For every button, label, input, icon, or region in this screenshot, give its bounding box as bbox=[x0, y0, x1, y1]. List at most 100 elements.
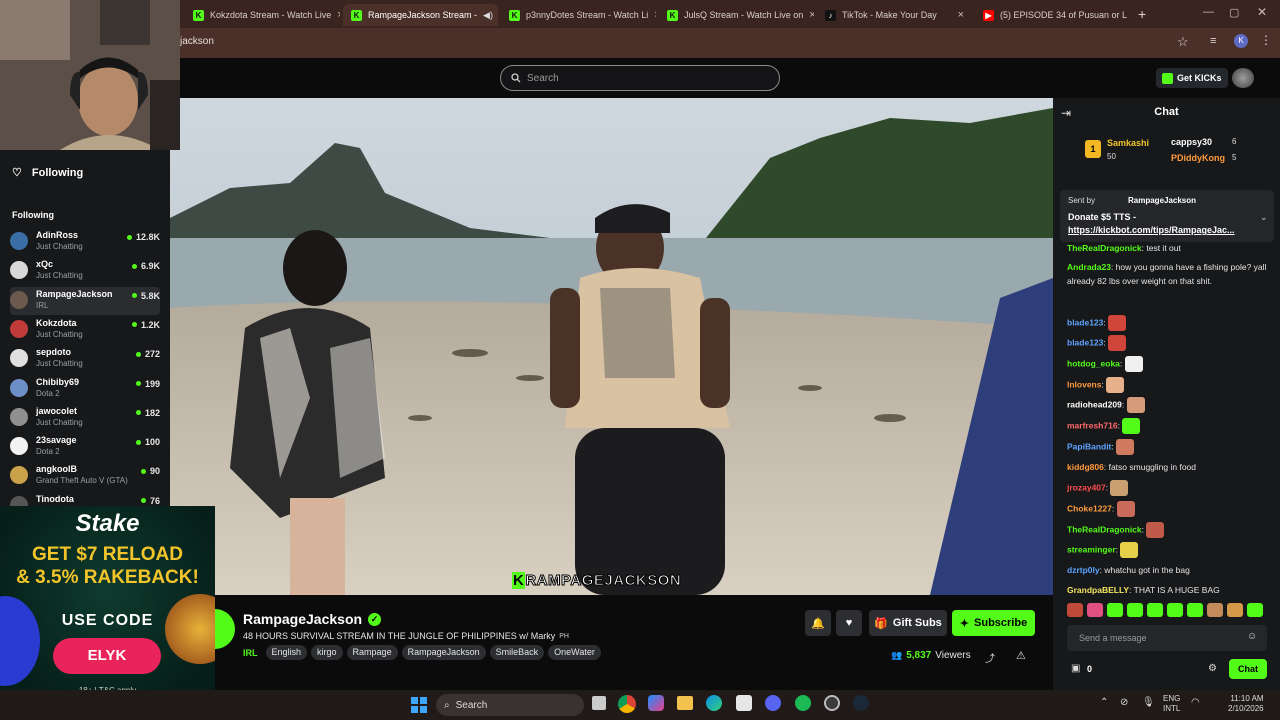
browser-tab[interactable]: K JulsQ Stream - Watch Live on × bbox=[659, 4, 814, 26]
search-input[interactable]: Search bbox=[500, 65, 780, 91]
leaderboard-name[interactable]: PDiddyKong bbox=[1171, 153, 1225, 163]
chat-username[interactable]: marfresh716 bbox=[1067, 420, 1118, 430]
taskbar-search[interactable]: ⌕ Search bbox=[436, 694, 584, 716]
gift-subs-button[interactable]: 🎁 Gift Subs bbox=[869, 610, 947, 636]
tag[interactable]: SmileBack bbox=[489, 645, 545, 660]
sidebar-channel-item[interactable]: 23savage Dota 2 100 bbox=[10, 433, 160, 461]
obs-icon[interactable] bbox=[824, 695, 840, 711]
report-icon[interactable]: ⚠ bbox=[1016, 649, 1026, 662]
browser-tab-active[interactable]: K RampageJackson Stream - ◀) × bbox=[343, 4, 498, 26]
url-text[interactable]: jackson bbox=[180, 36, 214, 47]
copilot-icon[interactable] bbox=[648, 695, 664, 711]
emote[interactable] bbox=[1147, 603, 1163, 617]
sidebar-channel-item[interactable]: jawocolet Just Chatting 182 bbox=[10, 404, 160, 432]
tag[interactable]: English bbox=[265, 645, 308, 660]
emoji-icon[interactable]: ☺ bbox=[1247, 631, 1257, 642]
close-icon[interactable]: × bbox=[654, 9, 656, 21]
chat-username[interactable]: jrozay407 bbox=[1067, 482, 1106, 492]
chat-username[interactable]: streaminger bbox=[1067, 544, 1116, 554]
sidebar-channel-item[interactable]: Kokzdota Just Chatting 1.2K bbox=[10, 316, 160, 344]
sidebar-channel-item[interactable]: xQc Just Chatting 6.9K bbox=[10, 257, 160, 285]
chat-username[interactable]: hotdog_eoka bbox=[1067, 358, 1120, 368]
chat-username[interactable]: blade123 bbox=[1067, 337, 1103, 347]
spotify-icon[interactable] bbox=[795, 695, 811, 711]
star-icon[interactable]: ☆ bbox=[1177, 34, 1189, 50]
chat-input[interactable]: Send a message ☺ bbox=[1067, 625, 1267, 651]
close-icon[interactable]: × bbox=[337, 9, 340, 21]
stake-ad[interactable]: Stake GET $7 RELOAD & 3.5% RAKEBACK! USE… bbox=[0, 506, 215, 720]
emote[interactable] bbox=[1247, 603, 1263, 617]
chat-username[interactable]: GrandpaBELLY bbox=[1067, 585, 1129, 595]
close-window-icon[interactable]: ✕ bbox=[1257, 5, 1267, 19]
minimize-icon[interactable]: — bbox=[1203, 6, 1214, 18]
profile-avatar[interactable]: K bbox=[1234, 34, 1248, 48]
chrome-icon[interactable] bbox=[618, 695, 636, 713]
sidebar-channel-item[interactable]: RampageJackson IRL 5.8K bbox=[10, 286, 160, 315]
video-player[interactable]: KRAMPAGEJACKSON bbox=[170, 98, 1053, 595]
follow-heart-button[interactable]: ♥ bbox=[836, 610, 862, 636]
sidebar-channel-item[interactable]: sepdoto Just Chatting 272 bbox=[10, 345, 160, 373]
tag[interactable]: OneWater bbox=[548, 645, 601, 660]
pinned-message[interactable]: Sent by RampageJackson Donate $5 TTS - h… bbox=[1060, 190, 1274, 242]
ad-code-button[interactable]: ELYK bbox=[53, 638, 161, 674]
media-control-icon[interactable]: ≡ bbox=[1210, 35, 1216, 47]
emote[interactable] bbox=[1167, 603, 1183, 617]
speaker-icon[interactable]: ◀) bbox=[483, 10, 493, 21]
browser-tab[interactable]: K Kokzdota Stream - Watch Live × bbox=[185, 4, 340, 26]
sidebar-following-link[interactable]: ♡ Following bbox=[12, 166, 83, 180]
subscribe-button[interactable]: ✦ Subscribe bbox=[952, 610, 1035, 636]
emote[interactable] bbox=[1227, 603, 1243, 617]
emote[interactable] bbox=[1087, 603, 1103, 617]
chevron-down-icon[interactable]: ⌄ bbox=[1260, 212, 1268, 223]
get-kicks-button[interactable]: Get KICKs bbox=[1156, 68, 1228, 88]
language-indicator[interactable]: ENG INTL bbox=[1163, 694, 1180, 714]
emote[interactable] bbox=[1107, 603, 1123, 617]
category-link[interactable]: IRL bbox=[243, 648, 258, 658]
pinned-sender[interactable]: RampageJackson bbox=[1128, 196, 1196, 205]
browser-tab[interactable]: ▶ (5) EPISODE 34 of Pusuan or L × bbox=[975, 4, 1130, 26]
streamer-name[interactable]: RampageJackson bbox=[243, 611, 362, 627]
notification-bell-button[interactable]: 🔔 bbox=[805, 610, 831, 636]
chat-username[interactable]: TheRealDragonick bbox=[1067, 243, 1142, 253]
network-icon[interactable]: ⊘ bbox=[1120, 697, 1128, 708]
chat-username[interactable]: dzrtp0ly bbox=[1067, 565, 1100, 575]
steam-icon[interactable] bbox=[853, 695, 869, 711]
tag[interactable]: kirgo bbox=[311, 645, 343, 660]
share-icon[interactable]: ⤴ bbox=[985, 650, 995, 665]
chat-username[interactable]: radiohead209 bbox=[1067, 399, 1122, 409]
sidebar-channel-item[interactable]: angkoolB Grand Theft Auto V (GTA) 90 bbox=[10, 462, 160, 490]
chat-username[interactable]: kiddg806 bbox=[1067, 462, 1104, 472]
browser-tab[interactable]: ♪ TikTok - Make Your Day × bbox=[817, 4, 972, 26]
address-bar[interactable]: jackson ☆ ≡ K ⋮ bbox=[0, 28, 1280, 58]
user-avatar[interactable] bbox=[1232, 68, 1254, 88]
emote[interactable] bbox=[1127, 603, 1143, 617]
sidebar-channel-item[interactable]: AdinRoss Just Chatting 12.8K bbox=[10, 228, 160, 256]
close-icon[interactable]: × bbox=[958, 9, 964, 21]
chat-username[interactable]: blade123 bbox=[1067, 317, 1103, 327]
emote[interactable] bbox=[1067, 603, 1083, 617]
chat-send-button[interactable]: Chat bbox=[1229, 659, 1267, 679]
task-view-icon[interactable] bbox=[592, 696, 606, 710]
more-menu-icon[interactable]: ⋮ bbox=[1260, 33, 1272, 47]
channel-points-icon[interactable]: ▣ bbox=[1071, 663, 1080, 674]
settings-gear-icon[interactable]: ⚙ bbox=[1208, 663, 1217, 674]
tag[interactable]: RampageJackson bbox=[401, 645, 486, 660]
streamer-name-row[interactable]: RampageJackson ✓ bbox=[243, 611, 382, 627]
leaderboard-name[interactable]: Samkashi bbox=[1107, 138, 1149, 148]
maximize-icon[interactable]: ▢ bbox=[1229, 6, 1239, 19]
chat-username[interactable]: Choke1227 bbox=[1067, 503, 1112, 513]
chat-username[interactable]: PapiBandit bbox=[1067, 441, 1111, 451]
emote[interactable] bbox=[1207, 603, 1223, 617]
sidebar-channel-item[interactable]: Chibiby69 Dota 2 199 bbox=[10, 375, 160, 403]
discord-icon[interactable] bbox=[765, 695, 781, 711]
browser-tab[interactable]: K p3nnyDotes Stream - Watch Li × bbox=[501, 4, 656, 26]
new-tab-button[interactable]: + bbox=[1138, 6, 1146, 22]
wifi-icon[interactable]: ◠ bbox=[1191, 697, 1200, 708]
emote[interactable] bbox=[1187, 603, 1203, 617]
clock[interactable]: 11:10 AM 2/10/2026 bbox=[1228, 694, 1264, 714]
tag[interactable]: Rampage bbox=[346, 645, 398, 660]
pinned-link[interactable]: https://kickbot.com/tips/RampageJac... bbox=[1068, 225, 1235, 235]
store-icon[interactable] bbox=[736, 695, 752, 711]
leaderboard-name[interactable]: cappsy30 bbox=[1171, 137, 1212, 147]
microphone-icon[interactable]: 🎙 bbox=[1142, 697, 1155, 708]
